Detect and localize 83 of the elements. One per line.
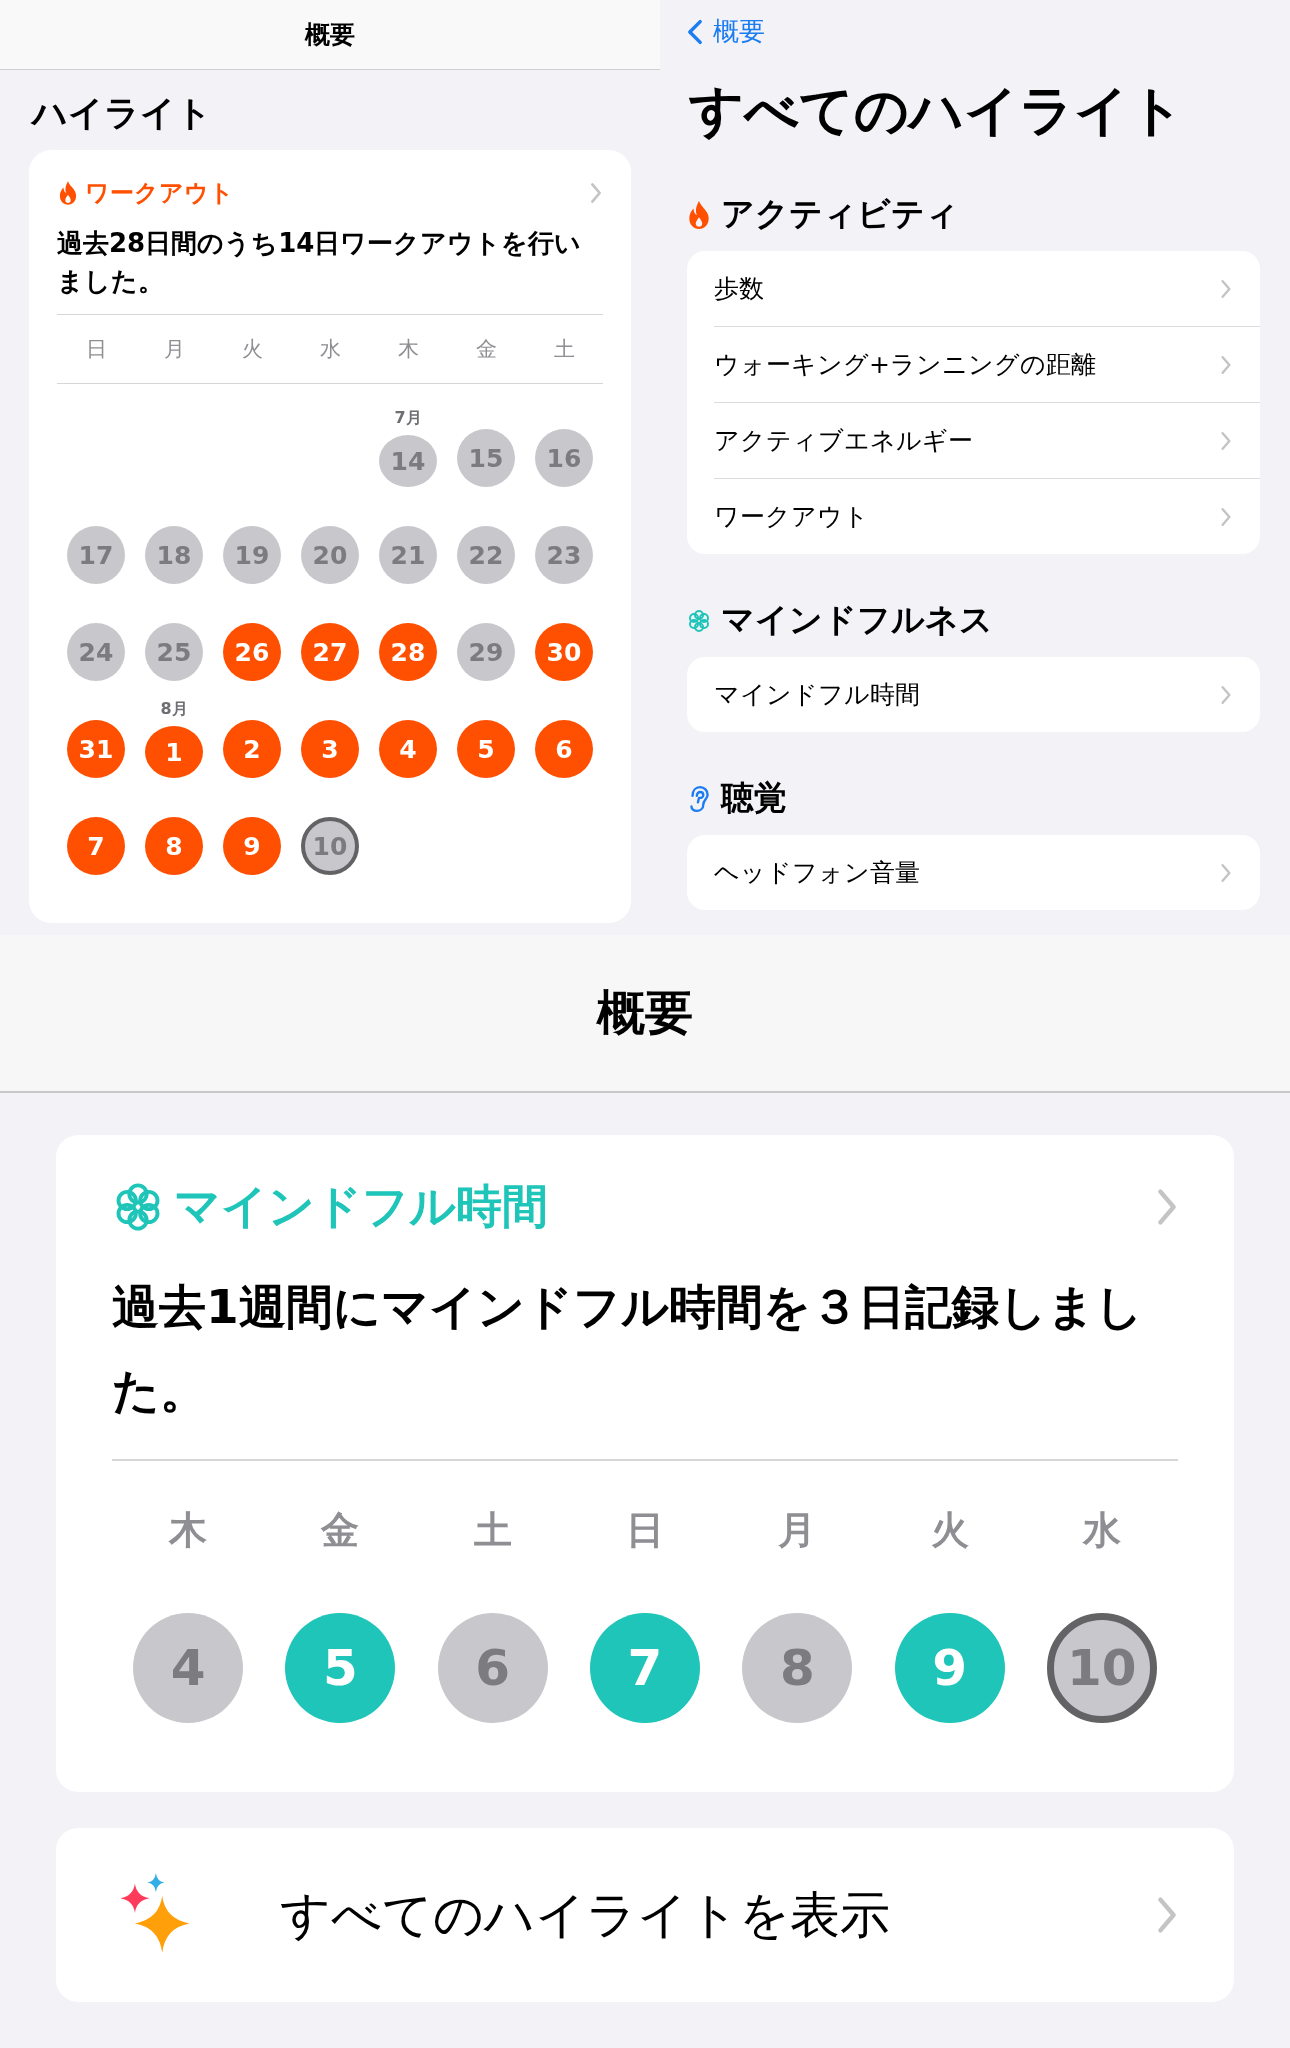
weekday-label: 日	[84, 336, 108, 363]
weekday-label: 土	[472, 1506, 513, 1554]
day-circle: 26	[223, 623, 281, 681]
flame-icon	[687, 200, 711, 229]
day-circle: 28	[379, 623, 437, 681]
section-heading: 聴覚	[721, 777, 787, 819]
day-circle: 22	[457, 526, 515, 584]
back-link[interactable]: 概要	[687, 14, 765, 49]
back-chevron-icon	[687, 18, 703, 45]
card-category: マインドフル時間	[174, 1178, 548, 1235]
day-circle: 9	[223, 817, 281, 875]
weekday-label: 水	[318, 336, 342, 363]
day-circle: 14	[379, 435, 437, 487]
section-heading: ハイライト	[30, 92, 213, 135]
day-circle: 5	[457, 720, 515, 778]
list-item[interactable]: ワークアウト	[714, 479, 1260, 554]
highlight-card[interactable]: マインドフル時間 過去1週間にマインドフル時間を３日記録しました。 木 金 土 日 月 火 水 4 5 6 7 8 9 10	[56, 1135, 1234, 1792]
day-circle: 6	[437, 1613, 548, 1723]
weekday-label: 火	[240, 336, 264, 363]
list-item[interactable]: アクティブエネルギー	[714, 403, 1260, 479]
section-heading: マインドフルネス	[721, 599, 993, 641]
day-circle: 16	[535, 429, 593, 487]
day-circle: 4	[379, 720, 437, 778]
weekday-label: 火	[929, 1506, 970, 1554]
day-circle: 2	[223, 720, 281, 778]
day-circle: 31	[67, 720, 125, 778]
day-circle: 21	[379, 526, 437, 584]
chevron-icon	[1220, 684, 1232, 705]
day-circle: 20	[301, 526, 359, 584]
day-circle: 30	[535, 623, 593, 681]
nav-title: 概要	[305, 19, 355, 51]
weekday-label: 水	[1081, 1506, 1122, 1554]
weekday-label: 日	[625, 1506, 665, 1554]
day-circle: 27	[301, 623, 359, 681]
chevron-icon	[589, 182, 603, 204]
day-circle: 8	[145, 817, 203, 875]
card-category: ワークアウト	[85, 178, 234, 209]
weekday-label: 土	[552, 336, 576, 363]
page-title: すべてのハイライト	[689, 78, 1185, 144]
weekday-label: 木	[396, 336, 420, 363]
chevron-icon	[1156, 1895, 1178, 1935]
card-summary: 過去28日間のうち14日ワークアウトを行いました。	[57, 224, 603, 315]
list-item[interactable]: ウォーキング+ランニングの距離	[714, 327, 1260, 403]
day-circle: 19	[223, 526, 281, 584]
show-all-button[interactable]: すべてのハイライトを表示	[56, 1828, 1234, 2002]
day-circle: 29	[457, 623, 515, 681]
day-circle: 23	[535, 526, 593, 584]
nav-title: 概要	[597, 983, 693, 1042]
day-circle: 10	[1046, 1613, 1157, 1723]
month-label: 7月	[394, 408, 422, 429]
day-circle: 7	[590, 1613, 700, 1723]
flame-icon	[59, 181, 77, 205]
weekday-label: 木	[167, 1506, 209, 1554]
day-circle: 5	[285, 1613, 396, 1723]
day-circle: 18	[145, 526, 203, 584]
weekday-label: 月	[162, 336, 186, 363]
weekday-label: 金	[474, 336, 498, 363]
highlight-card[interactable]: ワークアウト 過去28日間のうち14日ワークアウトを行いました。 日 月 火 水 木 金 土 7月 14 15 16 17 18 19 20 21 22 23 24 25 26 27 28 29 30 31 8月 1 2 3 4 5 6 7 8 9 10	[29, 150, 631, 923]
card-summary: 過去1週間にマインドフル時間を３日記録しました。	[112, 1265, 1178, 1461]
day-circle: 6	[535, 720, 593, 778]
chevron-icon	[1156, 1187, 1178, 1227]
chevron-icon	[1220, 506, 1232, 527]
chevron-icon	[1220, 354, 1232, 375]
section-heading: アクティビティ	[721, 193, 959, 235]
day-circle: 17	[67, 526, 125, 584]
day-circle: 8	[742, 1613, 853, 1723]
chevron-icon	[1220, 862, 1232, 883]
weekday-label: 金	[319, 1506, 361, 1554]
chevron-icon	[1220, 278, 1232, 299]
list-item[interactable]: 歩数	[714, 251, 1260, 327]
day-circle: 3	[301, 720, 359, 778]
day-circle: 4	[133, 1613, 244, 1723]
chevron-icon	[1220, 430, 1232, 451]
day-circle: 24	[67, 623, 125, 681]
day-circle: 15	[457, 429, 515, 487]
day-circle: 7	[67, 817, 125, 875]
day-circle: 25	[145, 623, 203, 681]
month-label: 8月	[160, 699, 188, 720]
day-circle: 9	[894, 1613, 1005, 1723]
weekday-label: 月	[777, 1506, 818, 1554]
ear-icon	[687, 784, 711, 813]
day-circle: 10	[301, 817, 359, 875]
day-circle: 1	[145, 726, 203, 778]
